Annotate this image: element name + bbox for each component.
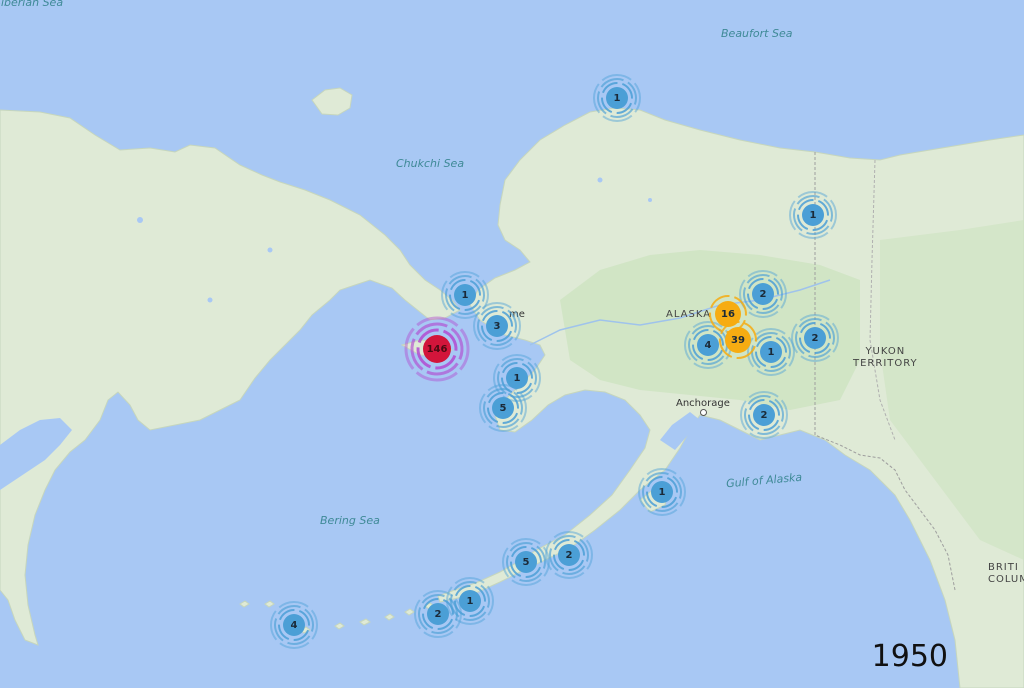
cluster-marker-nome[interactable]: 3 (472, 301, 522, 351)
cluster-count: 1 (658, 486, 666, 498)
cluster-marker-kodiak[interactable]: 1 (637, 467, 687, 517)
cluster-count: 2 (565, 549, 573, 561)
sea-label-beaufort: Beaufort Sea (721, 27, 793, 40)
cluster-marker-northeast-alaska[interactable]: 1 (788, 190, 838, 240)
siberia-lake (137, 217, 143, 223)
cluster-count: 39 (731, 334, 745, 346)
cluster-count: 3 (493, 320, 501, 332)
cluster-marker-north-slope[interactable]: 1 (592, 73, 642, 123)
cluster-marker-aleutians-west[interactable]: 4 (269, 600, 319, 650)
cluster-count: 1 (809, 209, 817, 221)
sea-label-chukchi: Chukchi Sea (396, 157, 465, 170)
british-line: BRITI (988, 562, 1019, 573)
cluster-count: 146 (426, 343, 448, 355)
cluster-marker-anchorage-east[interactable]: 2 (739, 390, 789, 440)
cluster-count: 2 (811, 332, 819, 344)
alaska-lake (648, 198, 652, 202)
cluster-marker-yukon-delta-south[interactable]: 5 (478, 383, 528, 433)
year-label: 1950 (871, 639, 948, 674)
city-label-anchorage: Anchorage (676, 398, 730, 409)
territory-line: TERRITORY (853, 358, 918, 369)
cluster-count: 4 (290, 619, 298, 631)
cluster-marker-st-lawrence-island[interactable]: 146 (404, 316, 470, 382)
cluster-count: 2 (760, 409, 768, 421)
cluster-count: 5 (522, 556, 530, 568)
city-marker-anchorage (700, 409, 707, 416)
cluster-marker-alaska-peninsula-west[interactable]: 5 (501, 537, 551, 587)
region-label-british-columbia: BRITI COLUM (988, 562, 1024, 586)
yukon-line: YUKON (865, 346, 906, 357)
sea-label-bering: Bering Sea (320, 514, 380, 527)
cluster-marker-alaska-peninsula-east[interactable]: 2 (544, 530, 594, 580)
region-label-yukon: YUKON TERRITORY (853, 346, 918, 370)
map-canvas[interactable]: Siberian Sea Beaufort Sea Chukchi Sea Be… (0, 0, 1024, 688)
cluster-marker-yukon-border[interactable]: 2 (790, 313, 840, 363)
siberia-lake (267, 247, 273, 253)
cluster-count: 2 (434, 608, 442, 620)
cluster-count: 5 (499, 402, 507, 414)
cluster-count: 1 (613, 92, 621, 104)
cluster-marker-aleutians-central[interactable]: 2 (413, 589, 463, 639)
alaska-lake (597, 177, 603, 183)
columbia-line: COLUM (988, 574, 1024, 585)
siberia-lake (207, 297, 213, 303)
cluster-marker-fairbanks[interactable]: 39 (718, 320, 758, 360)
sea-label-east-siberian: Siberian Sea (0, 0, 64, 9)
